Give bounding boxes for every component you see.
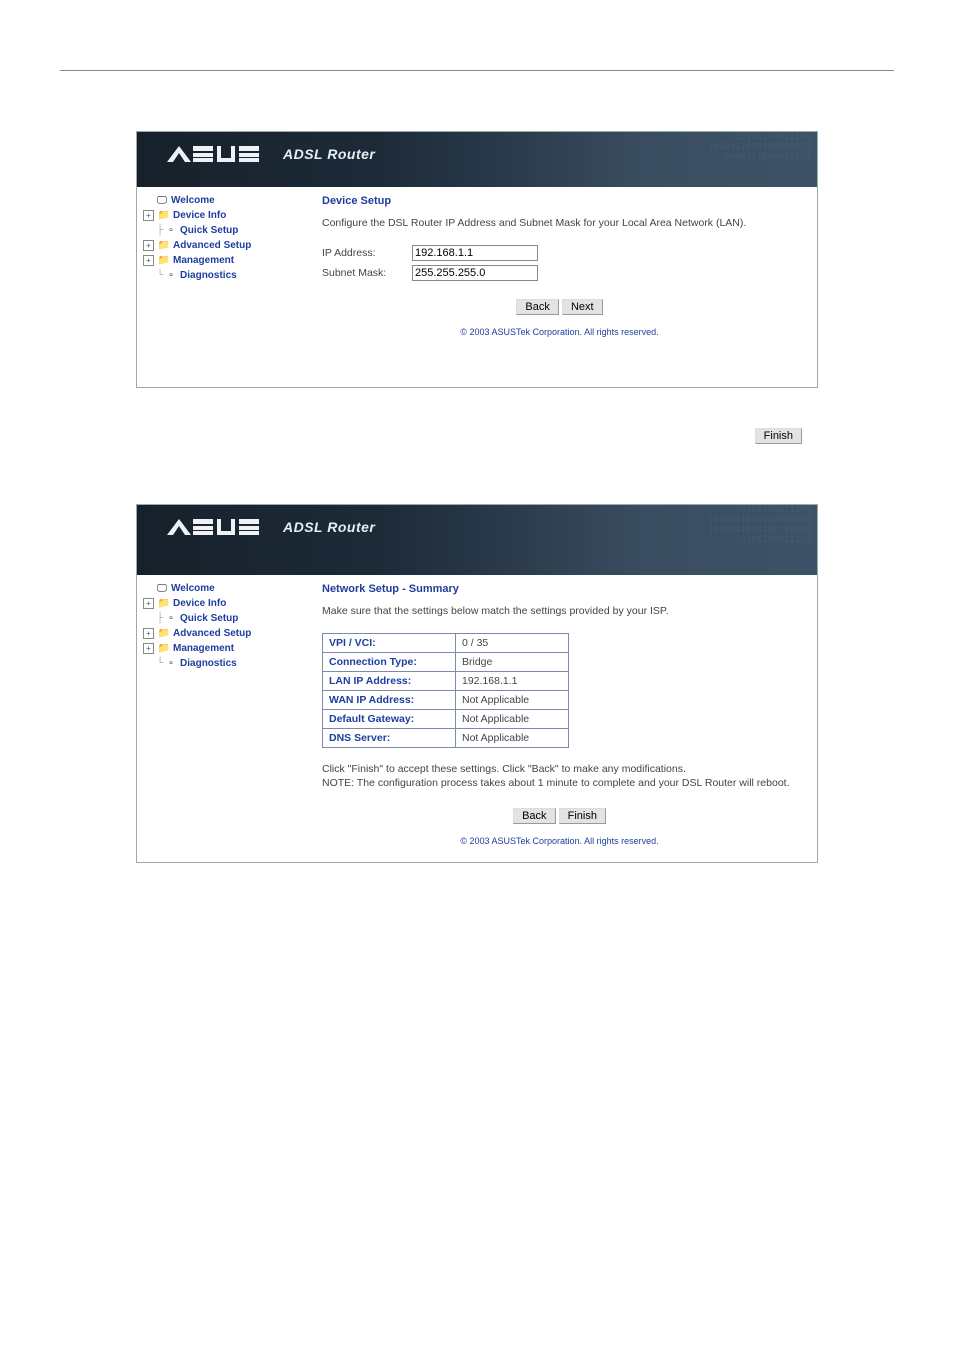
copyright: © 2003 ASUSTek Corporation. All rights r… <box>322 319 797 343</box>
panel-header: ADSL Router 1010110101110010101110001010… <box>137 505 817 575</box>
content-title: Network Setup - Summary <box>322 583 797 595</box>
gw-key: Default Gateway: <box>323 710 456 729</box>
brand-subtitle: ADSL Router <box>283 519 375 535</box>
subnet-label: Subnet Mask: <box>322 267 412 279</box>
panel-header: ADSL Router 1010110101110010101110001010… <box>137 132 817 187</box>
table-row: Default Gateway:Not Applicable <box>323 710 569 729</box>
nav-management[interactable]: +📁Management <box>143 253 298 268</box>
folder-icon: 📁 <box>157 208 171 223</box>
nav-quick-setup[interactable]: ├▫Quick Setup <box>143 611 298 626</box>
ct-val: Bridge <box>456 653 569 672</box>
nav-welcome[interactable]: 🖵Welcome <box>143 581 298 596</box>
nav-welcome[interactable]: 🖵Welcome <box>143 193 298 208</box>
content-title: Device Setup <box>322 195 797 207</box>
dns-key: DNS Server: <box>323 729 456 748</box>
page-icon: ▫ <box>164 268 178 283</box>
finish-button[interactable]: Finish <box>755 428 802 444</box>
finish-button[interactable]: Finish <box>559 808 606 824</box>
nav-quick-setup[interactable]: ├▫Quick Setup <box>143 223 298 238</box>
nav-device-info[interactable]: +📁Device Info <box>143 208 298 223</box>
content-device-setup: Device Setup Configure the DSL Router IP… <box>302 187 817 387</box>
mid-finish-row: Finish <box>122 428 832 444</box>
ip-address-input[interactable] <box>412 245 538 261</box>
header-pattern: 1010110101110010101110001010001100000111… <box>491 132 817 187</box>
lan-val: 192.168.1.1 <box>456 672 569 691</box>
router-panel-device-setup: ADSL Router 1010110101110010101110001010… <box>136 131 818 388</box>
folder-icon: 📁 <box>157 596 171 611</box>
router-panel-summary: ADSL Router 1010110101110010101110001010… <box>136 504 818 863</box>
plus-icon[interactable]: + <box>143 240 154 251</box>
page-rule <box>60 70 894 71</box>
plus-icon[interactable]: + <box>143 628 154 639</box>
vpi-val: 0 / 35 <box>456 634 569 653</box>
nav-management[interactable]: +📁Management <box>143 641 298 656</box>
content-summary: Network Setup - Summary Make sure that t… <box>302 575 817 862</box>
wan-key: WAN IP Address: <box>323 691 456 710</box>
next-button[interactable]: Next <box>562 299 603 315</box>
nav-advanced-setup[interactable]: +📁Advanced Setup <box>143 238 298 253</box>
summary-table: VPI / VCI:0 / 35 Connection Type:Bridge … <box>322 633 569 748</box>
table-row: Connection Type:Bridge <box>323 653 569 672</box>
folder-icon: 📁 <box>157 238 171 253</box>
summary-note: Click "Finish" to accept these settings.… <box>322 762 797 790</box>
asus-logo-icon <box>165 513 275 541</box>
nav-diagnostics[interactable]: └▫Diagnostics <box>143 656 298 671</box>
table-row: DNS Server:Not Applicable <box>323 729 569 748</box>
content-desc: Configure the DSL Router IP Address and … <box>322 217 797 229</box>
nav-advanced-setup[interactable]: +📁Advanced Setup <box>143 626 298 641</box>
nav-tree: 🖵Welcome +📁Device Info ├▫Quick Setup +📁A… <box>137 187 302 387</box>
subnet-mask-input[interactable] <box>412 265 538 281</box>
page-icon: ▫ <box>164 611 178 626</box>
ct-key: Connection Type: <box>323 653 456 672</box>
table-row: VPI / VCI:0 / 35 <box>323 634 569 653</box>
table-row: LAN IP Address:192.168.1.1 <box>323 672 569 691</box>
monitor-icon: 🖵 <box>155 581 169 596</box>
monitor-icon: 🖵 <box>155 193 169 208</box>
page-icon: ▫ <box>164 656 178 671</box>
back-button[interactable]: Back <box>516 299 558 315</box>
gw-val: Not Applicable <box>456 710 569 729</box>
folder-icon: 📁 <box>157 641 171 656</box>
content-desc: Make sure that the settings below match … <box>322 605 797 617</box>
asus-logo-icon <box>165 140 275 168</box>
plus-icon[interactable]: + <box>143 255 154 266</box>
plus-icon[interactable]: + <box>143 210 154 221</box>
nav-tree: 🖵Welcome +📁Device Info ├▫Quick Setup +📁A… <box>137 575 302 862</box>
header-pattern: 1010110101110010101110001010001101010111… <box>471 505 817 575</box>
page-icon: ▫ <box>164 223 178 238</box>
plus-icon[interactable]: + <box>143 643 154 654</box>
brand-logo: ADSL Router <box>165 513 375 541</box>
brand-logo: ADSL Router <box>165 140 375 168</box>
plus-icon[interactable]: + <box>143 598 154 609</box>
wan-val: Not Applicable <box>456 691 569 710</box>
folder-icon: 📁 <box>157 626 171 641</box>
vpi-key: VPI / VCI: <box>323 634 456 653</box>
ip-label: IP Address: <box>322 247 412 259</box>
nav-diagnostics[interactable]: └▫Diagnostics <box>143 268 298 283</box>
folder-icon: 📁 <box>157 253 171 268</box>
dns-val: Not Applicable <box>456 729 569 748</box>
lan-key: LAN IP Address: <box>323 672 456 691</box>
back-button[interactable]: Back <box>513 808 555 824</box>
nav-device-info[interactable]: +📁Device Info <box>143 596 298 611</box>
table-row: WAN IP Address:Not Applicable <box>323 691 569 710</box>
brand-subtitle: ADSL Router <box>283 146 375 162</box>
copyright: © 2003 ASUSTek Corporation. All rights r… <box>322 828 797 852</box>
